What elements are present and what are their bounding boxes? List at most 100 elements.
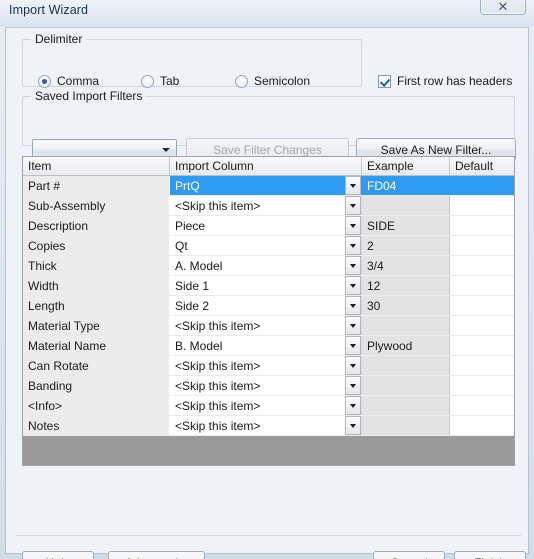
radio-label-comma: Comma — [57, 74, 100, 88]
grid-cell-example — [362, 196, 450, 215]
chevron-down-icon[interactable] — [345, 356, 361, 375]
delimiter-legend: Delimiter — [31, 32, 87, 46]
grid-cell-import-column-value: Qt — [175, 239, 188, 253]
radio-label-semicolon: Semicolon — [254, 74, 311, 88]
grid-cell-default[interactable] — [450, 276, 514, 295]
grid-cell-import-column[interactable]: B. Model — [170, 336, 362, 355]
grid-cell-import-column-value: <Skip this item> — [175, 399, 261, 413]
grid-cell-import-column[interactable]: <Skip this item> — [170, 396, 362, 415]
grid-cell-import-column[interactable]: Piece — [170, 216, 362, 235]
grid-cell-item: Copies — [23, 236, 170, 255]
grid-cell-default[interactable] — [450, 396, 514, 415]
grid-cell-import-column-value: <Skip this item> — [175, 359, 261, 373]
grid-cell-example: 2 — [362, 236, 450, 255]
grid-cell-example: SIDE — [362, 216, 450, 235]
radio-delimiter-tab[interactable]: Tab — [141, 74, 179, 88]
grid-cell-example — [362, 316, 450, 335]
grid-cell-import-column[interactable]: <Skip this item> — [170, 356, 362, 375]
grid-cell-import-column[interactable]: PrtQ — [170, 176, 362, 195]
grid-cell-default[interactable] — [450, 216, 514, 235]
grid-cell-default[interactable] — [450, 336, 514, 355]
grid-cell-example: 3/4 — [362, 256, 450, 275]
chevron-down-icon[interactable] — [345, 256, 361, 275]
chevron-down-icon[interactable] — [345, 176, 361, 195]
chevron-down-icon[interactable] — [345, 216, 361, 235]
grid-column-header-default[interactable]: Default — [450, 157, 514, 175]
grid-cell-import-column[interactable]: <Skip this item> — [170, 416, 362, 435]
grid-cell-example — [362, 416, 450, 435]
grid-cell-default[interactable] — [450, 316, 514, 335]
table-row[interactable]: Can Rotate <Skip this item> — [23, 356, 514, 376]
grid-cell-default[interactable] — [450, 236, 514, 255]
grid-cell-example: FD04 — [362, 176, 450, 195]
grid-cell-import-column[interactable]: Qt — [170, 236, 362, 255]
grid-cell-default[interactable] — [450, 196, 514, 215]
chevron-down-icon[interactable] — [345, 376, 361, 395]
radio-icon-tab — [141, 74, 154, 88]
help-button[interactable]: Help — [22, 551, 94, 559]
table-row[interactable]: Material Name B. Model Plywood — [23, 336, 514, 356]
grid-cell-import-column-value: <Skip this item> — [175, 379, 261, 393]
cancel-button[interactable]: Cancel — [373, 551, 445, 559]
grid-cell-default[interactable] — [450, 296, 514, 315]
table-row[interactable]: Banding <Skip this item> — [23, 376, 514, 396]
checkbox-label-first-row-has-headers: First row has headers — [397, 74, 513, 88]
grid-cell-import-column[interactable]: A. Model — [170, 256, 362, 275]
table-row[interactable]: Sub-Assembly <Skip this item> — [23, 196, 514, 216]
radio-delimiter-semicolon[interactable]: Semicolon — [235, 74, 310, 88]
chevron-down-icon[interactable] — [345, 416, 361, 435]
finish-button[interactable]: Finish — [454, 551, 526, 559]
grid-cell-import-column[interactable]: <Skip this item> — [170, 316, 362, 335]
grid-cell-example: Plywood — [362, 336, 450, 355]
chevron-down-icon[interactable] — [345, 316, 361, 335]
grid-cell-default[interactable] — [450, 256, 514, 275]
grid-cell-import-column-value: A. Model — [175, 259, 223, 273]
chevron-down-icon[interactable] — [345, 336, 361, 355]
radio-icon-comma — [38, 74, 51, 88]
table-row[interactable]: Length Side 2 30 — [23, 296, 514, 316]
grid-cell-item: Part # — [23, 176, 170, 195]
table-row[interactable]: Material Type <Skip this item> — [23, 316, 514, 336]
grid-cell-default[interactable] — [450, 416, 514, 435]
close-button[interactable]: ✕ — [480, 0, 526, 15]
grid-cell-import-column-value: Side 2 — [175, 299, 210, 313]
dialog-client-area: Delimiter Comma Tab Semicolon First row … — [5, 27, 529, 559]
grid-cell-import-column-value: Side 1 — [175, 279, 210, 293]
advanced-button[interactable]: Advanced... — [108, 551, 205, 559]
grid-column-header-example[interactable]: Example — [362, 157, 450, 175]
table-row[interactable]: <Info> <Skip this item> — [23, 396, 514, 416]
checkbox-first-row-has-headers[interactable]: First row has headers — [378, 74, 512, 88]
grid-cell-import-column-value: B. Model — [175, 339, 223, 353]
grid-cell-item: Width — [23, 276, 170, 295]
grid-cell-item: <Info> — [23, 396, 170, 415]
table-row[interactable]: Part # PrtQ FD04 — [23, 176, 514, 196]
chevron-down-icon[interactable] — [345, 196, 361, 215]
table-row[interactable]: Description Piece SIDE — [23, 216, 514, 236]
chevron-down-icon[interactable] — [345, 236, 361, 255]
grid-cell-item: Description — [23, 216, 170, 235]
chevron-down-icon[interactable] — [345, 296, 361, 315]
grid-cell-default[interactable] — [450, 376, 514, 395]
grid-column-header-import-column[interactable]: Import Column — [170, 157, 362, 175]
grid-cell-item: Can Rotate — [23, 356, 170, 375]
close-icon: ✕ — [497, 0, 509, 14]
grid-cell-import-column[interactable]: <Skip this item> — [170, 376, 362, 395]
grid-cell-import-column-value: Piece — [175, 219, 206, 233]
checkmark-icon — [378, 74, 391, 88]
grid-cell-default[interactable] — [450, 176, 514, 195]
table-row[interactable]: Thick A. Model 3/4 — [23, 256, 514, 276]
radio-delimiter-comma[interactable]: Comma — [38, 74, 99, 88]
grid-cell-import-column[interactable]: <Skip this item> — [170, 196, 362, 215]
table-row[interactable]: Notes <Skip this item> — [23, 416, 514, 436]
grid-cell-import-column-value: PrtQ — [175, 179, 200, 193]
grid-cell-import-column-value: <Skip this item> — [175, 199, 261, 213]
grid-cell-example: 30 — [362, 296, 450, 315]
chevron-down-icon[interactable] — [345, 276, 361, 295]
chevron-down-icon[interactable] — [345, 396, 361, 415]
grid-cell-default[interactable] — [450, 356, 514, 375]
grid-cell-import-column[interactable]: Side 1 — [170, 276, 362, 295]
table-row[interactable]: Width Side 1 12 — [23, 276, 514, 296]
table-row[interactable]: Copies Qt 2 — [23, 236, 514, 256]
grid-column-header-item[interactable]: Item — [23, 157, 170, 175]
grid-cell-import-column[interactable]: Side 2 — [170, 296, 362, 315]
